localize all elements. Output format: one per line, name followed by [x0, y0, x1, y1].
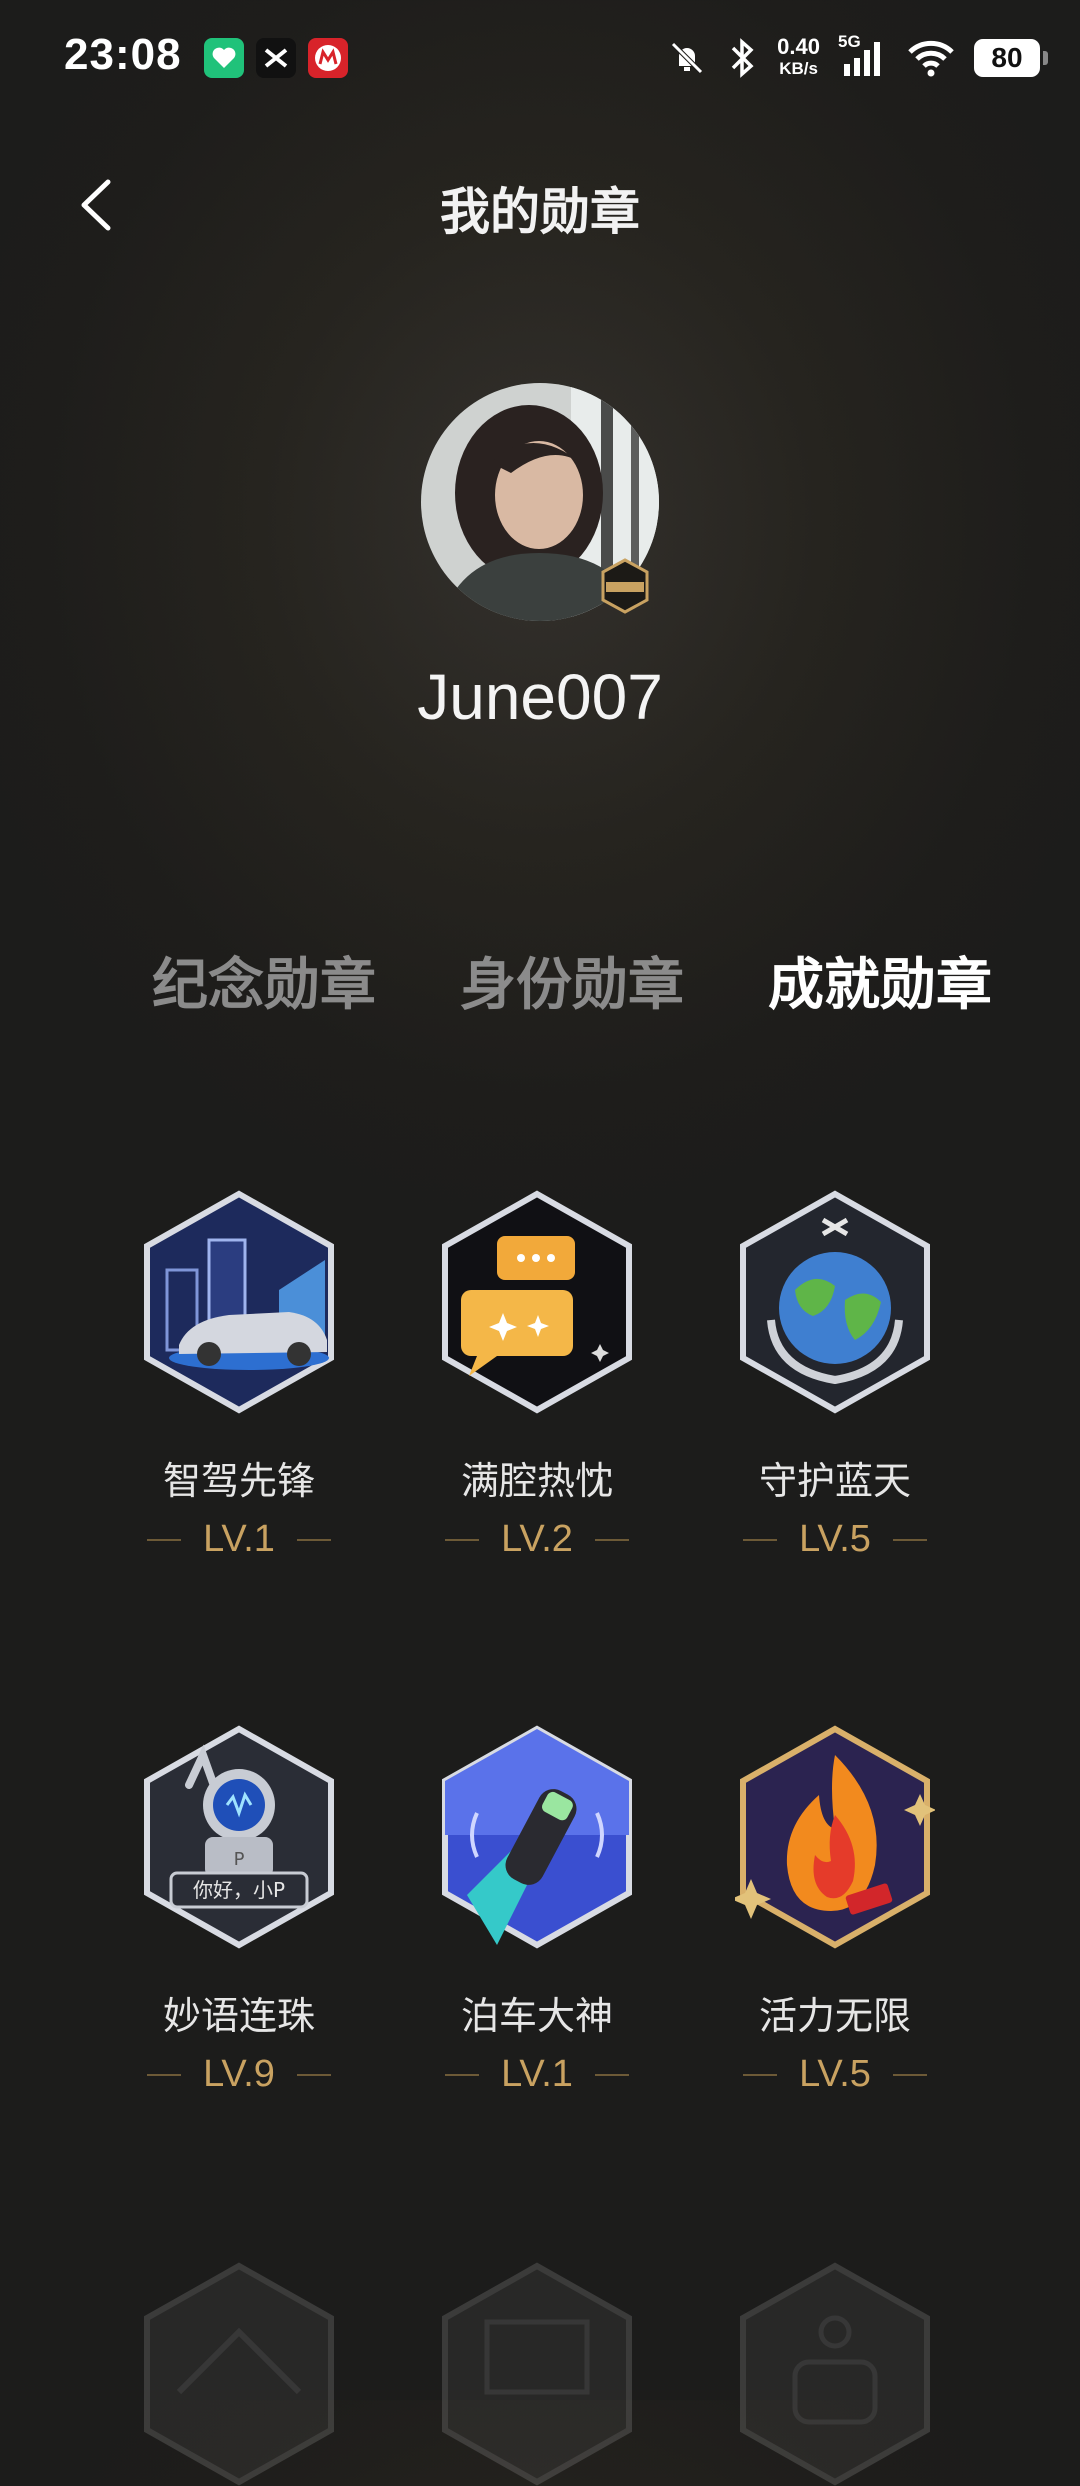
- app-red-m-icon: [308, 38, 348, 78]
- medal-item[interactable]: 活力无限 LV.5: [705, 1725, 965, 2096]
- battery-indicator: 80: [974, 39, 1048, 77]
- medal-item[interactable]: 智驾先锋 LV.1: [109, 1190, 369, 1561]
- medal-item[interactable]: 泊车大神 LV.1: [407, 1725, 667, 2096]
- medal-level-text: LV.2: [501, 1518, 573, 1560]
- medal-level: LV.2: [407, 1518, 667, 1561]
- locked-medal-item[interactable]: [109, 2262, 369, 2486]
- divider: [296, 1538, 331, 1541]
- locked-medal-icon: [144, 2262, 334, 2486]
- chat-bubbles-badge-icon: [442, 1190, 632, 1414]
- medal-level: LV.9: [109, 2053, 369, 2096]
- divider: [594, 2073, 629, 2076]
- astronaut-voice-badge-icon: P 你好，小P: [144, 1725, 334, 1949]
- divider: [147, 1538, 182, 1541]
- net-speed: 0.40 KB/s: [777, 34, 820, 79]
- divider: [594, 1538, 629, 1541]
- medal-name: 活力无限: [758, 1994, 911, 2038]
- svg-text:P: P: [234, 1849, 245, 1870]
- locked-medal-icon: [442, 2262, 632, 2486]
- status-right-group: 0.40 KB/s 5G 80: [667, 28, 1048, 88]
- divider: [445, 1538, 480, 1541]
- avatar-level-badge-icon: [600, 558, 650, 614]
- medal-level-text: LV.1: [501, 2053, 573, 2095]
- medal-level: LV.1: [109, 1518, 369, 1561]
- medal-name: 智驾先锋: [162, 1459, 315, 1503]
- medal-level: LV.1: [407, 2053, 667, 2096]
- locked-medal-icon: [740, 2262, 930, 2486]
- status-bar: 23:08 0.40 KB/s 5G 80: [0, 0, 1080, 116]
- divider: [743, 2073, 778, 2076]
- medal-item[interactable]: 满腔热忱 LV.2: [407, 1190, 667, 1561]
- medal-tabs: 纪念勋章 身份勋章 成就勋章: [0, 940, 1080, 1018]
- status-time: 23:08: [64, 30, 182, 79]
- medal-name: 守护蓝天: [758, 1459, 911, 1503]
- divider: [296, 2073, 331, 2076]
- medal-level-text: LV.5: [799, 2053, 871, 2095]
- app-x-icon: [256, 38, 296, 78]
- locked-medal-item[interactable]: [407, 2262, 667, 2486]
- tab-identity[interactable]: 身份勋章: [460, 940, 684, 1021]
- tab-commemorative[interactable]: 纪念勋章: [152, 940, 376, 1021]
- app-green-heart-icon: [204, 38, 244, 78]
- bluetooth-icon: [731, 38, 754, 78]
- fire-badge-icon: [735, 1725, 935, 1949]
- divider: [743, 1538, 778, 1541]
- car-city-badge-icon: [144, 1190, 334, 1414]
- wifi-icon: [908, 40, 954, 77]
- medal-name: 满腔热忱: [460, 1459, 613, 1503]
- medal-level: LV.5: [705, 2053, 965, 2096]
- medal-name: 泊车大神: [460, 1994, 613, 2038]
- medal-name: 妙语连珠: [162, 1994, 315, 2038]
- medal-item[interactable]: 守护蓝天 LV.5: [705, 1190, 965, 1561]
- locked-medal-item[interactable]: [705, 2262, 965, 2486]
- medal-level-text: LV.9: [203, 2053, 275, 2095]
- mute-bell-icon: [671, 42, 703, 74]
- parking-car-badge-icon: [442, 1725, 632, 1949]
- divider: [892, 1538, 927, 1541]
- signal-icon: 5G: [838, 32, 888, 80]
- divider: [147, 2073, 182, 2076]
- tab-achievement[interactable]: 成就勋章: [768, 940, 992, 1021]
- divider: [445, 2073, 480, 2076]
- medal-level-text: LV.5: [799, 1518, 871, 1560]
- medal-level: LV.5: [705, 1518, 965, 1561]
- username: June007: [417, 661, 663, 733]
- medal-level-text: LV.1: [203, 1518, 275, 1560]
- divider: [892, 2073, 927, 2076]
- svg-text:你好，小P: 你好，小P: [193, 1878, 285, 1902]
- globe-hands-badge-icon: [740, 1190, 930, 1414]
- medal-item[interactable]: P 你好，小P 妙语连珠 LV.9: [109, 1725, 369, 2096]
- page-title: 我的勋章: [440, 183, 640, 241]
